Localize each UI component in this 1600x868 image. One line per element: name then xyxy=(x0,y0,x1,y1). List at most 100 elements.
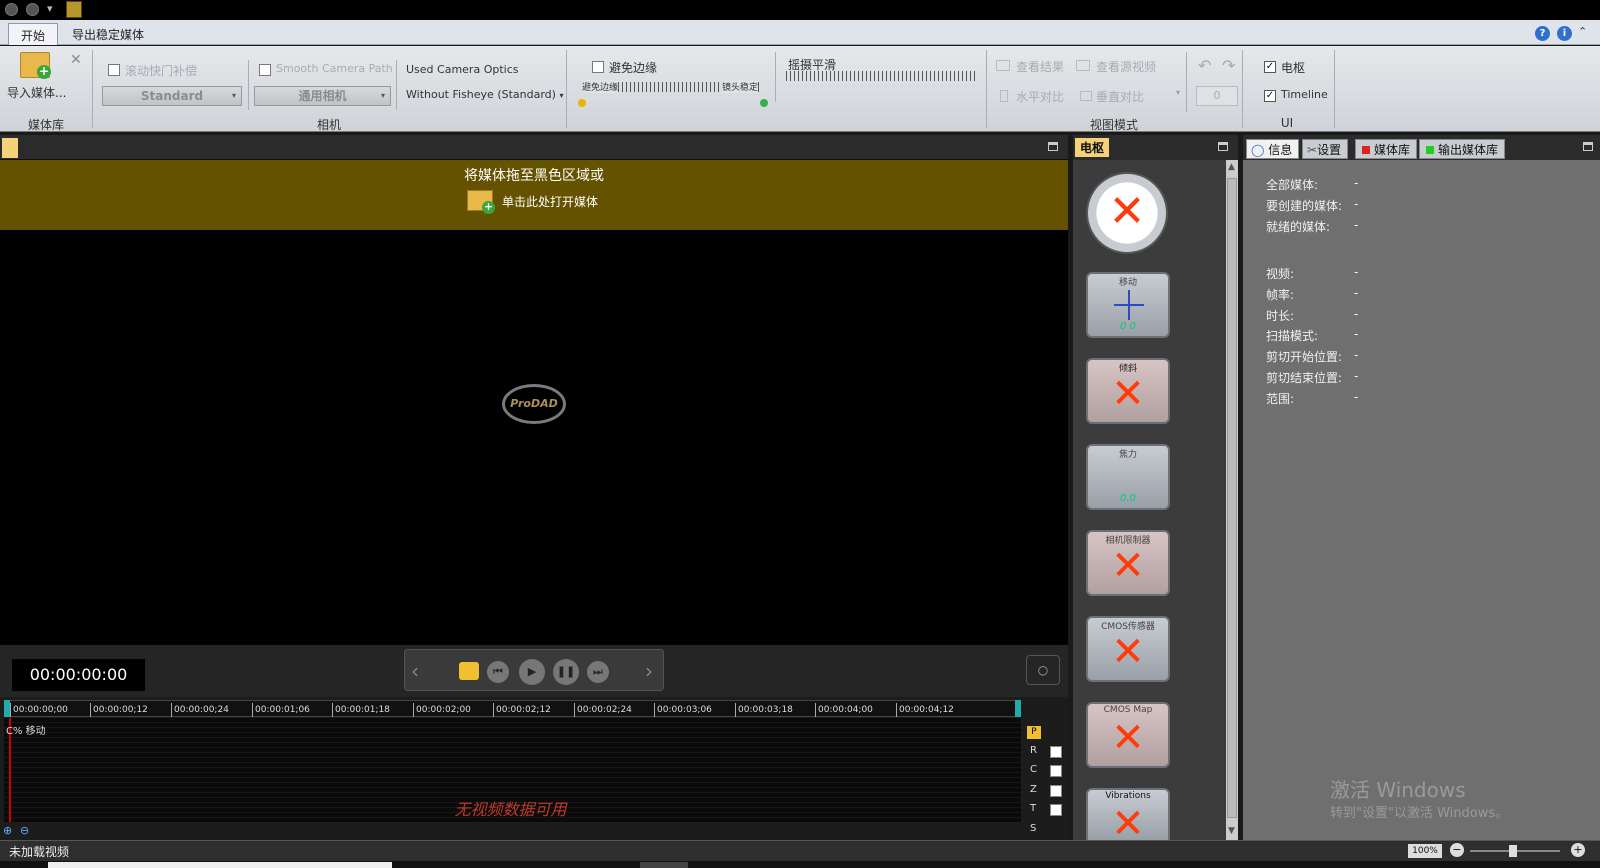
focus-tool[interactable]: 焦力 0.0 xyxy=(1086,444,1170,510)
tab-settings[interactable]: ✂设置 xyxy=(1302,139,1349,159)
taskbar-item[interactable] xyxy=(48,862,392,868)
zoom-out-icon[interactable]: ⊖ xyxy=(20,824,29,837)
taskbar-item[interactable] xyxy=(640,862,688,868)
rotation-gauge[interactable]: ✕ xyxy=(1086,172,1168,254)
view-source-button[interactable]: 查看源视频 xyxy=(1096,58,1156,75)
tools-icon: ✂ xyxy=(1307,143,1318,157)
tab-export[interactable]: 导出稳定媒体 xyxy=(60,23,156,45)
ribbon-divider xyxy=(1334,50,1335,128)
title-bar: ▾ xyxy=(0,0,1600,20)
skip-start-icon[interactable]: ⏮ xyxy=(487,661,509,683)
track-r-checkbox[interactable] xyxy=(1050,746,1062,758)
record-button[interactable]: ○ xyxy=(1026,655,1060,685)
open-media-link[interactable]: 单击此处打开媒体 xyxy=(502,193,598,210)
scroll-thumb[interactable] xyxy=(1227,178,1237,818)
cmos-sensor-tool[interactable]: CMOS传感器 ✕ xyxy=(1086,616,1170,682)
ruler-tick: 00:00:00;24 xyxy=(171,703,229,717)
help-icon[interactable]: ? xyxy=(1535,26,1550,41)
close-icon[interactable]: ✕ xyxy=(70,52,82,68)
ruler-tick: 00:00:01;18 xyxy=(332,703,390,717)
chevron-down-icon[interactable]: ▾ xyxy=(1176,88,1180,97)
tilt-tool[interactable]: 倾斜 ✕ xyxy=(1086,358,1170,424)
ruler-tick: 00:00:01;06 xyxy=(252,703,310,717)
dropdown-icon[interactable]: ▾ xyxy=(47,2,53,15)
view-result-button[interactable]: 查看结果 xyxy=(1016,58,1064,75)
dashboard-checkbox[interactable]: ✓ xyxy=(1264,61,1276,73)
tab-info[interactable]: ◯ 信息 xyxy=(1246,139,1300,159)
info-icon[interactable]: i xyxy=(1557,26,1572,41)
monitor-icon xyxy=(996,60,1010,71)
scroll-down-icon[interactable]: ▼ xyxy=(1228,826,1235,836)
disabled-x-icon: ✕ xyxy=(1111,801,1145,847)
tab-start[interactable]: 开始 xyxy=(8,23,59,45)
avoid-border-checkbox[interactable] xyxy=(592,61,604,76)
redo-icon[interactable]: ↷ xyxy=(1222,56,1235,75)
camera-model-dropdown[interactable]: 通用相机 ▾ xyxy=(254,86,391,106)
import-folder-icon[interactable]: + xyxy=(20,52,51,79)
cmos-map-tool[interactable]: CMOS Map ✕ xyxy=(1086,702,1170,768)
loop-icon[interactable] xyxy=(459,662,479,680)
info-value: - xyxy=(1354,307,1359,321)
camera-limiter-tool[interactable]: 相机限制器 ✕ xyxy=(1086,530,1170,596)
info-label: 帧率: xyxy=(1266,288,1295,302)
view-group-label: 视图模式 xyxy=(1089,118,1138,132)
counter-stepper[interactable]: 0 xyxy=(1196,86,1238,106)
track-t-checkbox[interactable] xyxy=(1050,804,1062,816)
track-p-toggle[interactable]: P xyxy=(1027,726,1041,739)
track-c-checkbox[interactable] xyxy=(1050,765,1062,777)
vibrations-tool[interactable]: Vibrations ✕ xyxy=(1086,788,1170,844)
tool-value: 0 0 xyxy=(1120,321,1136,332)
maximize-icon[interactable] xyxy=(1218,142,1228,151)
playback-controls: ‹ ⏮ ▶ ❚❚ ⏭ › xyxy=(404,649,664,691)
pause-icon[interactable]: ❚❚ xyxy=(553,659,579,685)
scroll-up-icon[interactable]: ▲ xyxy=(1228,162,1235,172)
out-marker[interactable] xyxy=(1015,700,1021,717)
zoom-in-icon[interactable]: ⊕ xyxy=(3,824,12,837)
play-icon[interactable]: ▶ xyxy=(519,659,545,685)
tab-media-library[interactable]: 媒体库 xyxy=(1355,139,1418,159)
zoom-in-icon[interactable]: + xyxy=(1571,843,1585,857)
minimize-icon[interactable] xyxy=(26,3,39,16)
info-value: - xyxy=(1354,390,1359,404)
optics-dropdown[interactable]: Without Fisheye (Standard) ▾ xyxy=(406,88,563,101)
preview-panel-header xyxy=(0,135,1068,160)
import-media-button[interactable]: 导入媒体... xyxy=(7,84,66,101)
zoom-out-icon[interactable]: − xyxy=(1450,843,1464,857)
maximize-icon[interactable] xyxy=(1048,142,1058,151)
info-value: - xyxy=(1354,218,1359,232)
ruler-tick: 00:00:03;06 xyxy=(654,703,712,717)
video-preview[interactable]: ProDAD xyxy=(0,230,1068,645)
open-folder-icon[interactable]: + xyxy=(467,190,495,214)
preview-tab[interactable] xyxy=(2,138,18,158)
skip-end-icon[interactable]: ⏭ xyxy=(587,661,609,683)
rolling-shutter-checkbox[interactable] xyxy=(108,64,120,79)
pan-smooth-slider[interactable] xyxy=(786,71,978,81)
next-arrow-icon[interactable]: › xyxy=(645,659,653,683)
drop-banner[interactable]: 将媒体拖至黑色区域或 + 单击此处打开媒体 xyxy=(0,160,1068,230)
avoid-border-label: 避免边缘 xyxy=(609,61,658,75)
zoom-slider-thumb[interactable] xyxy=(1509,845,1517,857)
rolling-shutter-dropdown[interactable]: Standard ▾ xyxy=(102,86,242,106)
in-marker[interactable] xyxy=(4,700,10,717)
timeline-checkbox[interactable]: ✓ xyxy=(1264,90,1276,102)
tab-output-library[interactable]: 输出媒体库 xyxy=(1419,139,1506,159)
info-value: - xyxy=(1354,348,1359,362)
horizontal-compare-button[interactable]: 水平对比 xyxy=(1016,88,1064,105)
tool-name: 焦力 xyxy=(1118,450,1137,460)
taskbar-strip xyxy=(0,861,1600,868)
zoom-level[interactable]: 100% xyxy=(1408,844,1442,858)
window-menu-icon[interactable] xyxy=(5,3,18,16)
dashboard-tab[interactable]: 电枢 xyxy=(1075,138,1110,157)
smooth-camera-path-checkbox[interactable] xyxy=(259,64,271,79)
track-z-checkbox[interactable] xyxy=(1050,785,1062,797)
prev-arrow-icon[interactable]: ‹ xyxy=(411,659,419,683)
tool-value: 0.0 xyxy=(1120,493,1136,504)
undo-icon[interactable]: ↶ xyxy=(1198,56,1211,75)
collapse-ribbon-icon[interactable]: ⌃ xyxy=(1578,25,1587,38)
maximize-icon[interactable] xyxy=(1583,142,1593,151)
disabled-x-icon: ✕ xyxy=(1111,371,1145,417)
monitor-icon xyxy=(1076,60,1090,71)
vertical-compare-button[interactable]: 垂直对比 xyxy=(1096,88,1144,105)
dashboard-scrollbar[interactable]: ▲ ▼ xyxy=(1226,160,1238,840)
move-tool[interactable]: 移动 0 0 xyxy=(1086,272,1170,338)
